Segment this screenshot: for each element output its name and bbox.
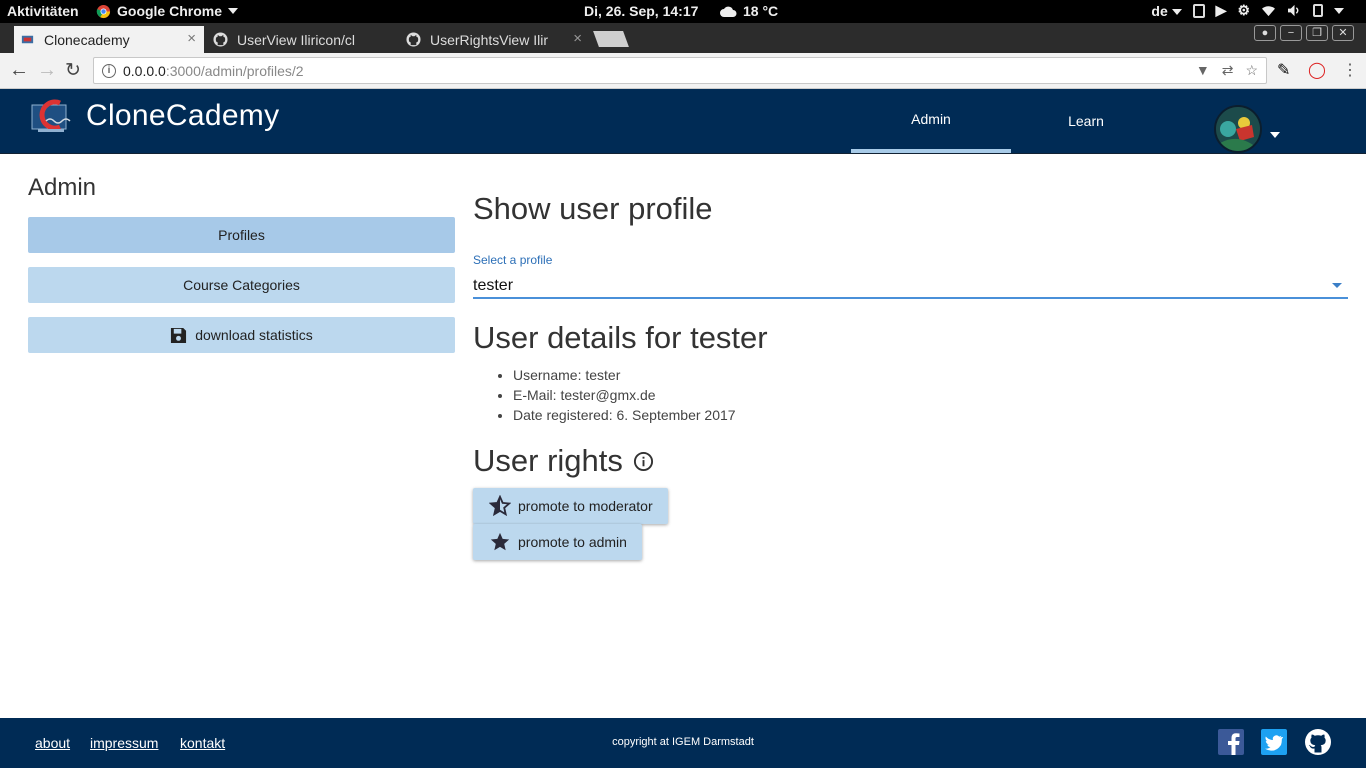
floppy-disk-icon <box>171 327 187 343</box>
app-header: CloneCademy Admin Learn <box>0 89 1366 154</box>
play-icon: ▶ <box>1215 2 1227 18</box>
github-favicon-icon <box>213 32 228 47</box>
chrome-menu-icon[interactable]: ⋮ <box>1342 60 1358 80</box>
profile-icon[interactable]: ● <box>1254 25 1276 41</box>
chrome-icon <box>96 4 111 18</box>
promote-to-admin-button[interactable]: promote to admin <box>473 524 642 560</box>
sidebar-item-profiles[interactable]: Profiles <box>28 217 455 253</box>
opera-extension-icon[interactable]: ◯ <box>1308 60 1326 80</box>
dropdown-arrow-icon[interactable] <box>1332 283 1342 288</box>
tab-clonecademy[interactable]: Clonecademy × <box>14 26 204 53</box>
new-tab-button[interactable] <box>593 31 629 47</box>
reload-icon[interactable]: ↻ <box>65 59 81 82</box>
cloud-icon <box>720 6 737 17</box>
maximize-button[interactable]: ❐ <box>1306 25 1328 41</box>
address-bar[interactable]: i 0.0.0.0:3000/admin/profiles/2 ▼ ⇄ ☆ <box>93 57 1267 84</box>
battery-icon <box>1313 4 1323 17</box>
clonecademy-logo <box>31 99 71 132</box>
system-top-bar: Aktivitäten Google Chrome Di, 26. Sep, 1… <box>0 0 1366 23</box>
star-icon <box>490 532 510 551</box>
app-name: Google Chrome <box>117 3 223 19</box>
url-path: :3000/admin/profiles/2 <box>165 62 304 79</box>
detail-username: Username: tester <box>513 365 736 385</box>
forward-arrow-icon[interactable]: → <box>37 59 57 82</box>
info-icon[interactable]: i <box>102 63 116 78</box>
sidebar-item-download-statistics[interactable]: download statistics <box>28 317 455 353</box>
user-details-list: Username: tester E-Mail: tester@gmx.de D… <box>513 365 736 425</box>
twitter-icon[interactable] <box>1261 729 1287 755</box>
github-icon[interactable] <box>1305 729 1331 755</box>
user-details-title: User details for tester <box>473 320 768 355</box>
nav-admin[interactable]: Admin <box>851 89 1011 153</box>
window-controls: ● − ❐ ✕ <box>1254 25 1354 41</box>
language-indicator[interactable]: de <box>1151 3 1182 19</box>
sidebar-title: Admin <box>28 174 97 201</box>
browser-tab-strip: Clonecademy × UserView Iliricon/cl UserR… <box>0 23 1366 53</box>
nav-learn[interactable]: Learn <box>1011 89 1161 153</box>
user-rights-title: User rights <box>473 443 654 479</box>
copyright-text: copyright at IGEM Darmstadt <box>612 736 754 748</box>
back-arrow-icon[interactable]: ← <box>9 59 29 82</box>
app-menu[interactable]: Google Chrome <box>96 3 239 19</box>
account-menu-chevron-icon[interactable] <box>1270 126 1280 144</box>
bookmark-star-icon[interactable]: ☆ <box>1245 62 1258 79</box>
half-star-icon <box>489 495 511 517</box>
url-host: 0.0.0.0 <box>123 62 166 79</box>
settings-icon: ⚙ <box>1237 2 1250 18</box>
minimize-button[interactable]: − <box>1280 25 1302 41</box>
power-menu-chevron-icon <box>1334 7 1344 14</box>
info-icon[interactable] <box>633 451 654 472</box>
brand-link[interactable]: CloneCademy <box>28 95 279 137</box>
avatar[interactable] <box>1214 105 1262 153</box>
tab-userrightsview[interactable]: UserRightsView Ilir × <box>400 26 590 53</box>
temperature: 18 °C <box>743 3 779 19</box>
detail-date-registered: Date registered: 6. September 2017 <box>513 405 736 425</box>
promote-to-moderator-button[interactable]: promote to moderator <box>473 488 668 524</box>
profile-select-label: Select a profile <box>473 253 553 267</box>
clonecademy-favicon-icon <box>21 35 34 44</box>
volume-icon <box>1288 4 1299 17</box>
footer: about impressum kontakt copyright at IGE… <box>0 718 1366 768</box>
close-tab-icon[interactable]: × <box>573 30 582 47</box>
detail-email: E-Mail: tester@gmx.de <box>513 385 736 405</box>
chevron-down-icon <box>228 8 239 14</box>
page-title: Show user profile <box>473 191 713 226</box>
wifi-icon <box>1262 6 1275 17</box>
close-tab-icon[interactable]: × <box>187 30 196 47</box>
extension-icon[interactable]: ✎ <box>1277 60 1290 80</box>
sidebar-item-course-categories[interactable]: Course Categories <box>28 267 455 303</box>
brand-name: CloneCademy <box>86 99 280 132</box>
paint-icon[interactable]: ▼ <box>1196 62 1210 79</box>
phone-icon <box>1192 3 1205 18</box>
weather-indicator[interactable]: 18 °C <box>720 3 778 19</box>
browser-toolbar: ← → ↻ i 0.0.0.0:3000/admin/profiles/2 ▼ … <box>0 53 1366 89</box>
clock[interactable]: Di, 26. Sep, 14:17 <box>584 3 698 19</box>
close-window-button[interactable]: ✕ <box>1332 25 1354 41</box>
tab-userview[interactable]: UserView Iliricon/cl <box>207 26 397 53</box>
profile-select-value: tester <box>473 277 514 294</box>
activities-button[interactable]: Aktivitäten <box>7 3 79 19</box>
github-favicon-icon <box>406 32 421 47</box>
translate-icon[interactable]: ⇄ <box>1222 62 1234 79</box>
profile-select[interactable]: tester <box>473 272 1348 299</box>
avatar-image <box>1216 107 1260 151</box>
facebook-icon[interactable] <box>1218 729 1244 755</box>
status-area[interactable]: de ▶ ⚙ <box>1151 2 1344 19</box>
